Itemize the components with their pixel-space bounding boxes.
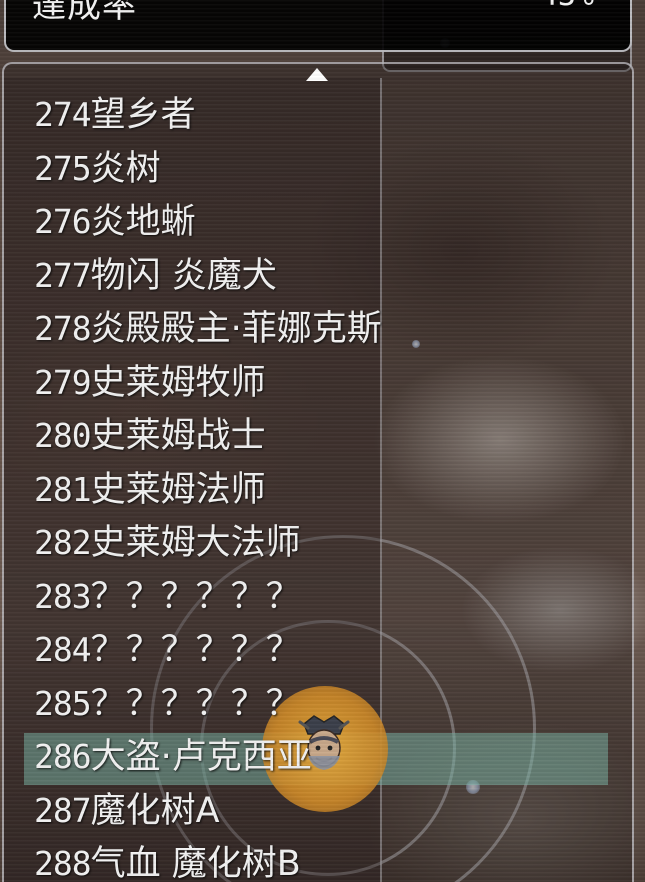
entry-number: 280 [34,416,92,455]
entry-number: 281 [34,469,92,509]
entry-name: 炎地蜥 [90,202,196,242]
list-item[interactable]: 287魔化树A [34,784,382,838]
entry-number: 283 [34,576,92,616]
entry-name: 大盗·卢克西亚 [90,737,312,777]
entry-name: 望乡者 [90,95,196,135]
entry-number: 286 [34,737,92,776]
list-item[interactable]: 284？？？？？？ [34,623,382,677]
entry-name: 炎树 [90,148,161,189]
entry-number: 275 [34,148,92,188]
list-item[interactable]: 275炎树 [34,142,382,196]
entry-name: 史莱姆战士 [90,416,266,456]
status-window: 達成率 43% [4,0,632,52]
bestiary-list: 274望乡者 275炎树 276炎地蜥 277物闪 炎魔犬 278炎殿殿主·菲娜… [34,88,382,882]
entry-name: ？？？？？？ [90,576,301,617]
entry-name: ？？？？？？ [90,683,301,724]
entry-number: 288 [34,844,92,882]
list-item[interactable]: 274望乡者 [34,88,382,142]
entry-name: 史莱姆牧师 [90,362,266,403]
entry-number: 277 [34,255,92,295]
completion-value: 43% [540,0,594,13]
list-item[interactable]: 281史莱姆法师 [34,463,382,517]
entry-number: 276 [34,202,92,241]
list-item[interactable]: 280史莱姆战士 [34,409,382,463]
entry-number: 287 [34,790,92,830]
list-item[interactable]: 282史莱姆大法师 [34,516,382,570]
entry-number: 279 [34,362,92,402]
entry-name: 气血 魔化树B [90,844,301,882]
entry-name: 魔化树A [90,790,220,831]
list-item[interactable]: 288气血 魔化树B [34,837,382,882]
list-item[interactable]: 285？？？？？？ [34,677,382,731]
entry-number: 278 [34,309,92,348]
list-item[interactable]: 277物闪 炎魔犬 [34,249,382,303]
entry-name: ？？？？？？ [90,630,301,670]
scroll-up-icon[interactable] [306,68,328,81]
list-item[interactable]: 278炎殿殿主·菲娜克斯 [34,302,382,356]
list-item-selected[interactable]: 286大盗·卢克西亚 [34,730,382,784]
list-item[interactable]: 279史莱姆牧师 [34,356,382,410]
completion-label: 達成率 [32,0,137,26]
entry-number: 284 [34,630,92,669]
entry-name: 史莱姆法师 [90,469,266,510]
entry-number: 274 [34,95,92,134]
entry-name: 炎殿殿主·菲娜克斯 [90,309,382,349]
entry-number: 285 [34,683,92,723]
list-item[interactable]: 283？？？？？？ [34,570,382,624]
entry-name: 物闪 炎魔犬 [90,255,277,296]
entry-name: 史莱姆大法师 [90,523,301,563]
list-item[interactable]: 276炎地蜥 [34,195,382,249]
entry-number: 282 [34,523,92,562]
